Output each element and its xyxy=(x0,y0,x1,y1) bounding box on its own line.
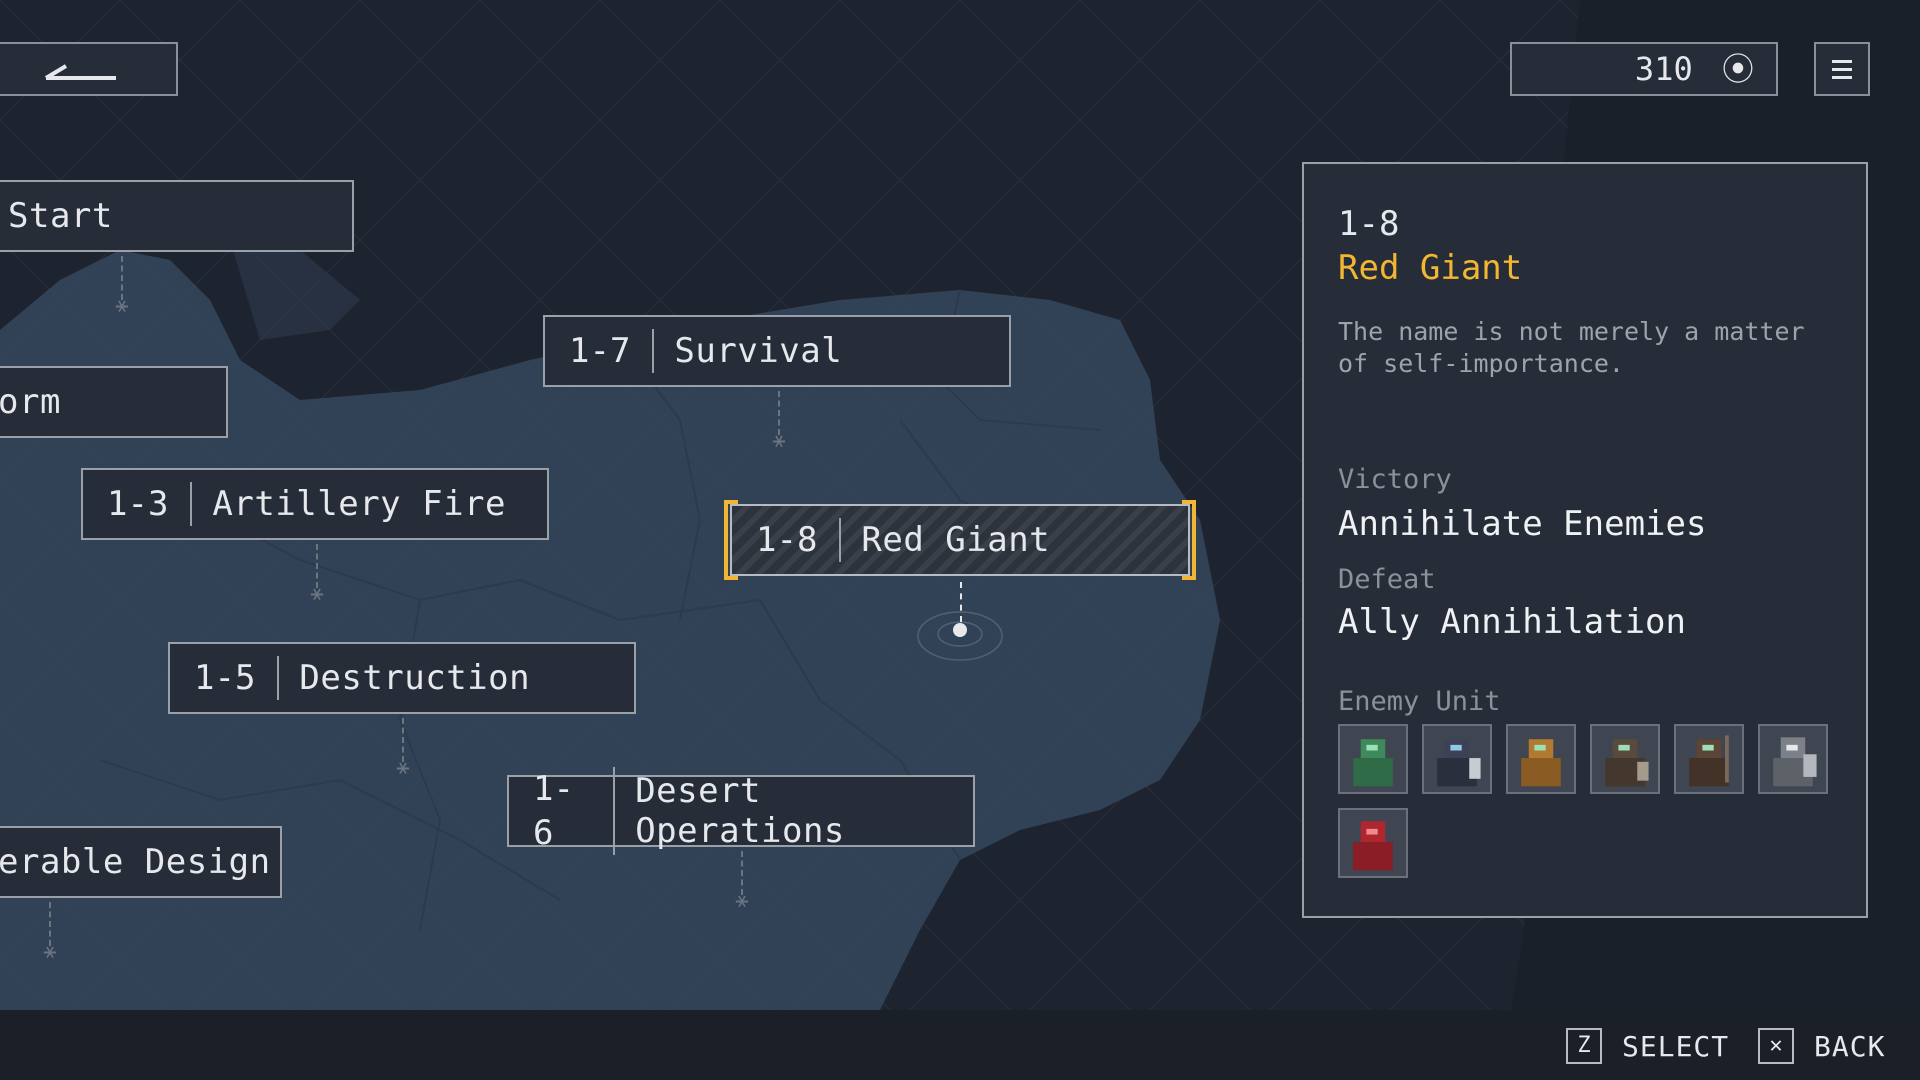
enemy-unit-3[interactable] xyxy=(1506,724,1576,794)
victory-condition: Annihilate Enemies xyxy=(1338,504,1707,544)
stage-marker-icon: ⚹ xyxy=(772,428,786,453)
enemy-unit-4[interactable] xyxy=(1590,724,1660,794)
brown-mech-icon xyxy=(1689,735,1729,787)
enemy-unit-2[interactable] xyxy=(1422,724,1492,794)
stage-node-1-7[interactable]: 1-7 Survival xyxy=(543,315,1011,387)
selection-bracket-left xyxy=(724,500,738,580)
enemy-unit-6[interactable] xyxy=(1758,724,1828,794)
stage-number: 1-7 xyxy=(545,329,655,373)
stage-marker-icon: ⚹ xyxy=(115,293,129,318)
stage-name: Red Giant xyxy=(861,520,1051,560)
defeat-condition: Ally Annihilation xyxy=(1338,602,1686,642)
stage-node-orm[interactable]: orm xyxy=(0,366,228,438)
stage-node-1-8[interactable]: 1-8 Red Giant xyxy=(724,500,1196,580)
select-label[interactable]: SELECT xyxy=(1622,1030,1729,1063)
tan-mech-icon xyxy=(1521,739,1561,787)
stage-marker-icon: ⚹ xyxy=(735,888,749,913)
stage-connector xyxy=(960,582,962,622)
stage-number: 1-3 xyxy=(83,482,193,526)
back-label[interactable]: BACK xyxy=(1814,1030,1885,1063)
stage-marker-icon: ⚹ xyxy=(43,939,57,964)
back-key-icon[interactable]: ✕ xyxy=(1758,1028,1794,1064)
select-key-icon[interactable]: Z xyxy=(1566,1028,1602,1064)
coin-icon: ⦿ xyxy=(1721,50,1754,88)
enemy-unit-1[interactable] xyxy=(1338,724,1408,794)
stage-name: orm xyxy=(0,382,61,422)
stage-detail-panel: 1-8 Red Giant The name is not merely a m… xyxy=(1302,162,1868,918)
green-mech-icon xyxy=(1353,739,1393,787)
stage-marker-icon: ⚹ xyxy=(310,581,324,606)
stage-marker-icon: ⚹ xyxy=(396,755,410,780)
stage-node-1-6[interactable]: 1-6 Desert Operations xyxy=(507,767,975,855)
hamburger-menu-icon xyxy=(1832,60,1852,79)
stage-number: 1-8 xyxy=(732,518,842,562)
brown-mech-icon xyxy=(1605,739,1649,787)
stage-name: Artillery Fire xyxy=(212,484,506,524)
back-arrow-icon xyxy=(44,64,116,80)
panel-stage-title: Red Giant xyxy=(1338,248,1523,288)
stage-node-design[interactable]: erable Design xyxy=(0,826,282,898)
enemy-unit-5[interactable] xyxy=(1674,724,1744,794)
back-button[interactable] xyxy=(0,42,178,96)
coin-counter: 310 ⦿ xyxy=(1510,42,1778,96)
enemy-unit-label: Enemy Unit xyxy=(1338,686,1501,717)
panel-description: The name is not merely a matter of self-… xyxy=(1338,317,1805,378)
stage-number: 1-6 xyxy=(509,767,616,855)
selection-bracket-right xyxy=(1182,500,1196,580)
stage-name: Start xyxy=(8,196,113,236)
stage-number: 1-5 xyxy=(170,656,280,700)
stage-name: Survival xyxy=(674,331,843,371)
stage-node-1-5[interactable]: 1-5 Destruction xyxy=(168,642,636,714)
stage-node-1-3[interactable]: 1-3 Artillery Fire xyxy=(81,468,549,540)
menu-button[interactable] xyxy=(1814,42,1870,96)
red-mech-icon xyxy=(1353,821,1393,871)
panel-stage-number: 1-8 xyxy=(1338,204,1400,244)
stage-name: erable Design xyxy=(0,842,271,882)
victory-label: Victory xyxy=(1338,464,1452,495)
stage-name: Destruction xyxy=(299,658,531,698)
enemy-unit-7[interactable] xyxy=(1338,808,1408,878)
grey-mech-icon xyxy=(1773,737,1817,787)
coin-amount: 310 xyxy=(1634,50,1693,88)
dark-mech-icon xyxy=(1437,739,1481,787)
stage-name: Desert Operations xyxy=(635,771,845,851)
stage-node-start[interactable]: Start xyxy=(0,180,354,252)
defeat-label: Defeat xyxy=(1338,564,1436,595)
